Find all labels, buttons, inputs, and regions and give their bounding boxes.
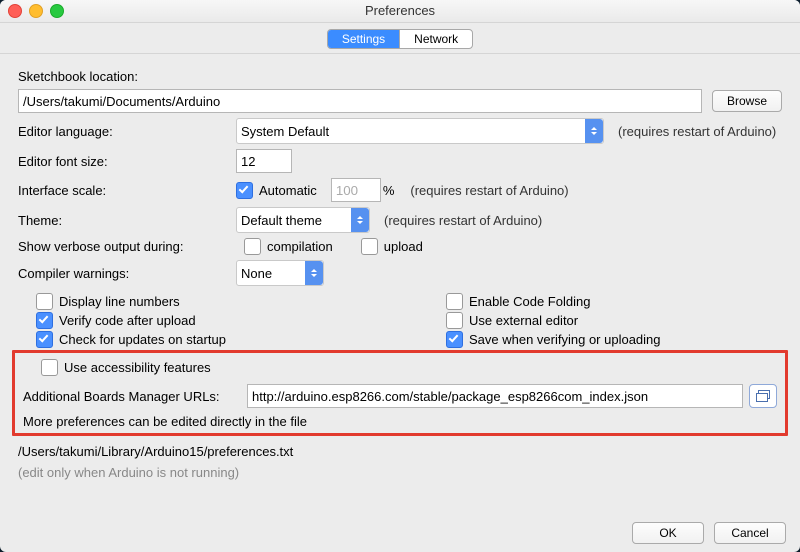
iscale-pct-input[interactable]: [331, 178, 381, 202]
more-line1: More preferences can be edited directly …: [23, 414, 777, 429]
verbose-compile-label: compilation: [267, 239, 333, 254]
saveverify-checkbox[interactable]: [446, 331, 463, 348]
chevron-updown-icon: [585, 119, 603, 143]
highlight-box: Use accessibility features Additional Bo…: [12, 350, 788, 436]
fold-label: Enable Code Folding: [469, 294, 590, 309]
iscale-pct-symbol: %: [383, 183, 395, 198]
fontsize-input[interactable]: [236, 149, 292, 173]
iscale-note: (requires restart of Arduino): [410, 183, 568, 198]
verify-label: Verify code after upload: [59, 313, 196, 328]
language-label: Editor language:: [18, 124, 236, 139]
extedit-label: Use external editor: [469, 313, 578, 328]
verify-checkbox[interactable]: [36, 312, 53, 329]
updates-checkbox[interactable]: [36, 331, 53, 348]
verbose-compile-checkbox[interactable]: [244, 238, 261, 255]
theme-value: Default theme: [241, 213, 322, 228]
tab-segment: Settings Network: [327, 29, 473, 49]
iscale-auto-label: Automatic: [259, 183, 317, 198]
fold-checkbox[interactable]: [446, 293, 463, 310]
ok-button[interactable]: OK: [632, 522, 704, 544]
linenum-checkbox[interactable]: [36, 293, 53, 310]
window-stack-icon: [756, 390, 770, 402]
fontsize-label: Editor font size:: [18, 154, 236, 169]
theme-note: (requires restart of Arduino): [384, 213, 542, 228]
minimize-icon[interactable]: [29, 4, 43, 18]
window-controls: [8, 4, 64, 18]
compwarn-value: None: [241, 266, 272, 281]
compwarn-select[interactable]: None: [236, 260, 324, 286]
theme-label: Theme:: [18, 213, 236, 228]
verbose-upload-label: upload: [384, 239, 423, 254]
titlebar: Preferences: [0, 0, 800, 23]
boardsurl-input[interactable]: [247, 384, 743, 408]
close-icon[interactable]: [8, 4, 22, 18]
preferences-window: Preferences Settings Network Sketchbook …: [0, 0, 800, 552]
prefs-path: /Users/takumi/Library/Arduino15/preferen…: [18, 442, 782, 463]
access-checkbox[interactable]: [41, 359, 58, 376]
updates-label: Check for updates on startup: [59, 332, 226, 347]
tab-network[interactable]: Network: [400, 30, 472, 48]
verbose-label: Show verbose output during:: [18, 239, 244, 254]
content-area: Sketchbook location: Browse Editor langu…: [0, 54, 800, 484]
saveverify-label: Save when verifying or uploading: [469, 332, 661, 347]
language-note: (requires restart of Arduino): [618, 124, 776, 139]
zoom-icon[interactable]: [50, 4, 64, 18]
sketchbook-input[interactable]: [18, 89, 702, 113]
linenum-label: Display line numbers: [59, 294, 180, 309]
chevron-updown-icon: [305, 261, 323, 285]
language-value: System Default: [241, 124, 329, 139]
language-select[interactable]: System Default: [236, 118, 604, 144]
tab-settings[interactable]: Settings: [328, 30, 400, 48]
access-label: Use accessibility features: [64, 360, 211, 375]
compwarn-label: Compiler warnings:: [18, 266, 236, 281]
chevron-updown-icon: [351, 208, 369, 232]
sketchbook-label: Sketchbook location:: [18, 69, 218, 84]
verbose-upload-checkbox[interactable]: [361, 238, 378, 255]
iscale-label: Interface scale:: [18, 183, 236, 198]
footer-buttons: OK Cancel: [622, 522, 786, 544]
theme-select[interactable]: Default theme: [236, 207, 370, 233]
prefs-note: (edit only when Arduino is not running): [18, 463, 782, 484]
iscale-auto-checkbox[interactable]: [236, 182, 253, 199]
boardsurl-expand-button[interactable]: [749, 384, 777, 408]
boardsurl-label: Additional Boards Manager URLs:: [23, 389, 247, 404]
window-title: Preferences: [0, 0, 800, 22]
extedit-checkbox[interactable]: [446, 312, 463, 329]
tab-bar: Settings Network: [0, 23, 800, 54]
browse-button[interactable]: Browse: [712, 90, 782, 112]
cancel-button[interactable]: Cancel: [714, 522, 786, 544]
